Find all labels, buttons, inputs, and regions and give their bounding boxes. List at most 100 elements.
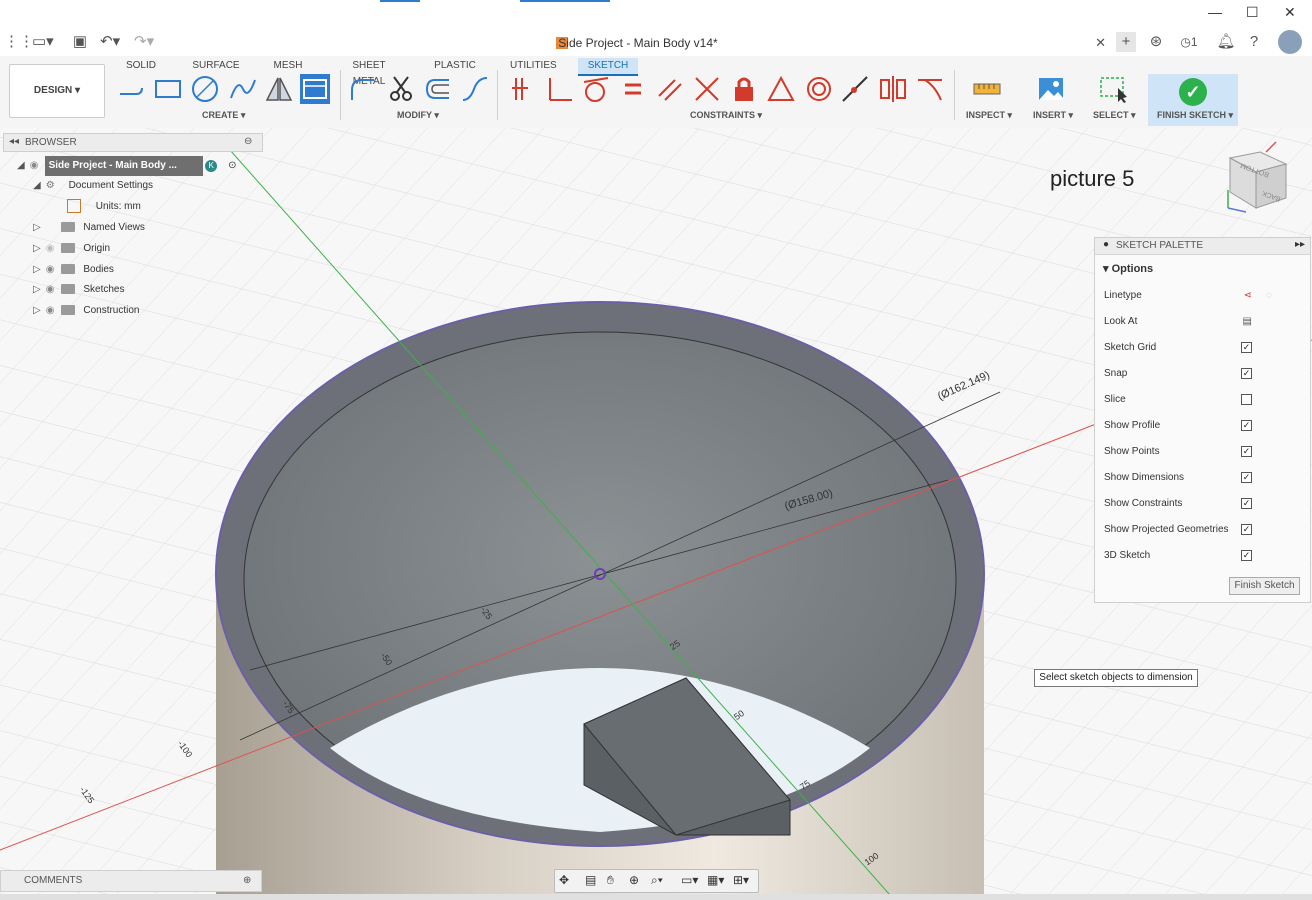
show-points-checkbox[interactable]: ✓ xyxy=(1241,446,1252,457)
visibility-eye-icon[interactable]: ◉ xyxy=(46,301,58,321)
tab-plastic[interactable]: PLASTIC xyxy=(434,58,476,74)
slice-checkbox[interactable] xyxy=(1241,394,1252,405)
orbit-icon[interactable]: ✥ xyxy=(559,873,569,887)
project-tool-icon[interactable] xyxy=(300,74,330,104)
add-comment-icon[interactable]: ⊕ xyxy=(243,871,251,891)
trim-tool-icon[interactable] xyxy=(386,74,416,104)
look-at-icon[interactable]: ▤ xyxy=(1243,309,1252,335)
circle-tool-icon[interactable] xyxy=(190,74,220,104)
expand-triangle-icon[interactable]: ▷ xyxy=(33,239,43,259)
snap-checkbox[interactable]: ✓ xyxy=(1241,368,1252,379)
tab-surface[interactable]: SURFACE xyxy=(192,58,240,74)
3d-sketch-checkbox[interactable]: ✓ xyxy=(1241,550,1252,561)
palette-expand-icon[interactable]: ▸▸ xyxy=(1295,239,1305,250)
finish-sketch-button[interactable]: Finish Sketch xyxy=(1229,577,1300,595)
line-tool-icon[interactable] xyxy=(116,74,146,104)
browser-root-item[interactable]: ◢ ◉ Side Project - Main Body ... K ⊙ xyxy=(17,156,240,176)
minimize-icon[interactable]: — xyxy=(1208,4,1222,20)
visibility-eye-icon[interactable]: ◉ xyxy=(46,280,58,300)
collinear-constraint-icon[interactable] xyxy=(692,74,722,104)
mirror-tool-icon[interactable] xyxy=(264,74,294,104)
browser-item-construction[interactable]: ▷ ◉ Construction xyxy=(33,301,139,321)
curvature-constraint-icon[interactable] xyxy=(915,74,945,104)
browser-item-sketches[interactable]: ▷ ◉ Sketches xyxy=(33,280,124,300)
perpendicular-constraint-icon[interactable] xyxy=(544,74,574,104)
tab-sheet-metal[interactable]: SHEET METAL xyxy=(336,58,402,87)
constraints-group-label[interactable]: CONSTRAINTS ▾ xyxy=(690,110,762,121)
insert-image-icon[interactable] xyxy=(1036,74,1066,104)
show-profile-checkbox[interactable]: ✓ xyxy=(1241,420,1252,431)
symmetry-constraint-icon[interactable] xyxy=(878,74,908,104)
spline-tool-icon[interactable] xyxy=(228,74,258,104)
inspect-group-label[interactable]: INSPECT ▾ xyxy=(966,110,1012,121)
concentric-constraint-icon[interactable] xyxy=(804,74,834,104)
document-tab[interactable]: Side Project - Main Body v14* ✕ xyxy=(166,30,1110,57)
horizontal-vertical-constraint-icon[interactable] xyxy=(840,74,870,104)
create-group-label[interactable]: CREATE ▾ xyxy=(202,110,245,121)
new-tab-icon[interactable]: + xyxy=(1116,32,1136,52)
fillet-tool-icon[interactable] xyxy=(348,74,378,104)
comments-panel[interactable]: COMMENTS ⊕ xyxy=(0,870,262,892)
workspace-design-button[interactable]: DESIGN ▾ xyxy=(9,64,105,118)
extensions-icon[interactable]: ⊛ xyxy=(1146,32,1166,52)
select-window-icon[interactable] xyxy=(1098,74,1128,104)
grid-settings-icon[interactable]: ▦▾ xyxy=(707,873,724,887)
user-avatar[interactable] xyxy=(1278,30,1302,54)
viewports-icon[interactable]: ⊞▾ xyxy=(733,873,749,887)
viewcube[interactable]: BOTTOM BACK xyxy=(1226,138,1290,216)
app-grid-icon[interactable]: ⋮⋮ xyxy=(4,32,34,52)
expand-triangle-icon[interactable]: ◢ xyxy=(17,156,27,176)
midpoint-constraint-icon[interactable] xyxy=(766,74,796,104)
save-icon[interactable]: ▣ xyxy=(70,32,90,52)
redo-icon[interactable]: ↷▾ xyxy=(134,32,154,52)
tangent-constraint-icon[interactable] xyxy=(580,74,610,104)
hidden-eye-icon[interactable]: ◉ xyxy=(46,239,58,259)
tab-utilities[interactable]: UTILITIES xyxy=(510,58,557,74)
browser-item-bodies[interactable]: ▷ ◉ Bodies xyxy=(33,260,114,280)
notifications-bell-icon[interactable]: 🔔︎ xyxy=(1216,32,1236,52)
options-section-header[interactable]: ▾ Options xyxy=(1103,262,1153,275)
equal-constraint-icon[interactable] xyxy=(618,74,648,104)
visibility-eye-icon[interactable]: ◉ xyxy=(30,156,42,176)
job-status-icon[interactable]: ◷1 xyxy=(1174,32,1204,52)
expand-triangle-icon[interactable]: ▷ xyxy=(33,218,43,238)
close-tab-icon[interactable]: ✕ xyxy=(1095,35,1106,51)
fix-constraint-icon[interactable] xyxy=(729,74,759,104)
linetype-construction-icon[interactable]: ⋖ xyxy=(1244,283,1252,309)
browser-minimize-icon[interactable]: ⊖ xyxy=(244,136,252,147)
pan-hand-icon[interactable]: ✋︎ xyxy=(607,873,614,888)
collapse-panel-icon[interactable]: ◂◂ xyxy=(9,136,19,147)
help-icon[interactable]: ? xyxy=(1244,32,1264,52)
expand-triangle-icon[interactable]: ▷ xyxy=(33,260,43,280)
display-settings-icon[interactable]: ▭▾ xyxy=(681,873,698,887)
expand-triangle-icon[interactable]: ◢ xyxy=(33,176,43,196)
close-window-icon[interactable]: ✕ xyxy=(1284,4,1296,21)
file-menu-icon[interactable]: ▭▾ xyxy=(32,32,54,52)
zoom-icon[interactable]: ⊕ xyxy=(629,873,639,887)
modify-group-label[interactable]: MODIFY ▾ xyxy=(397,110,439,121)
look-at-nav-icon[interactable]: ▤ xyxy=(585,873,596,887)
browser-item-document-settings[interactable]: ◢ ⚙ Document Settings xyxy=(33,176,153,196)
measure-tool-icon[interactable] xyxy=(972,74,1002,104)
show-constraints-checkbox[interactable]: ✓ xyxy=(1241,498,1252,509)
expand-triangle-icon[interactable]: ▷ xyxy=(33,280,43,300)
browser-item-named-views[interactable]: ▷ Named Views xyxy=(33,218,145,238)
coincident-constraint-icon[interactable] xyxy=(508,74,538,104)
rectangle-tool-icon[interactable] xyxy=(153,74,183,104)
sketch-scale-tool-icon[interactable] xyxy=(460,74,490,104)
undo-icon[interactable]: ↶▾ xyxy=(100,32,120,52)
show-projected-geometries-checkbox[interactable]: ✓ xyxy=(1241,524,1252,535)
finish-sketch-group-label[interactable]: FINISH SKETCH ▾ xyxy=(1157,110,1233,121)
fit-icon[interactable]: ⌕▾ xyxy=(651,873,663,888)
tab-solid[interactable]: SOLID xyxy=(123,58,159,74)
linetype-centerline-icon[interactable]: ◌ xyxy=(1266,283,1272,309)
visibility-eye-icon[interactable]: ◉ xyxy=(46,260,58,280)
finish-sketch-checkmark-icon[interactable]: ✓ xyxy=(1179,78,1207,106)
offset-tool-icon[interactable] xyxy=(423,74,453,104)
insert-group-label[interactable]: INSERT ▾ xyxy=(1033,110,1073,121)
select-group-label[interactable]: SELECT ▾ xyxy=(1093,110,1136,121)
show-dimensions-checkbox[interactable]: ✓ xyxy=(1241,472,1252,483)
sketch-grid-checkbox[interactable]: ✓ xyxy=(1241,342,1252,353)
tab-mesh[interactable]: MESH xyxy=(272,58,304,74)
maximize-icon[interactable]: ☐ xyxy=(1246,4,1259,21)
